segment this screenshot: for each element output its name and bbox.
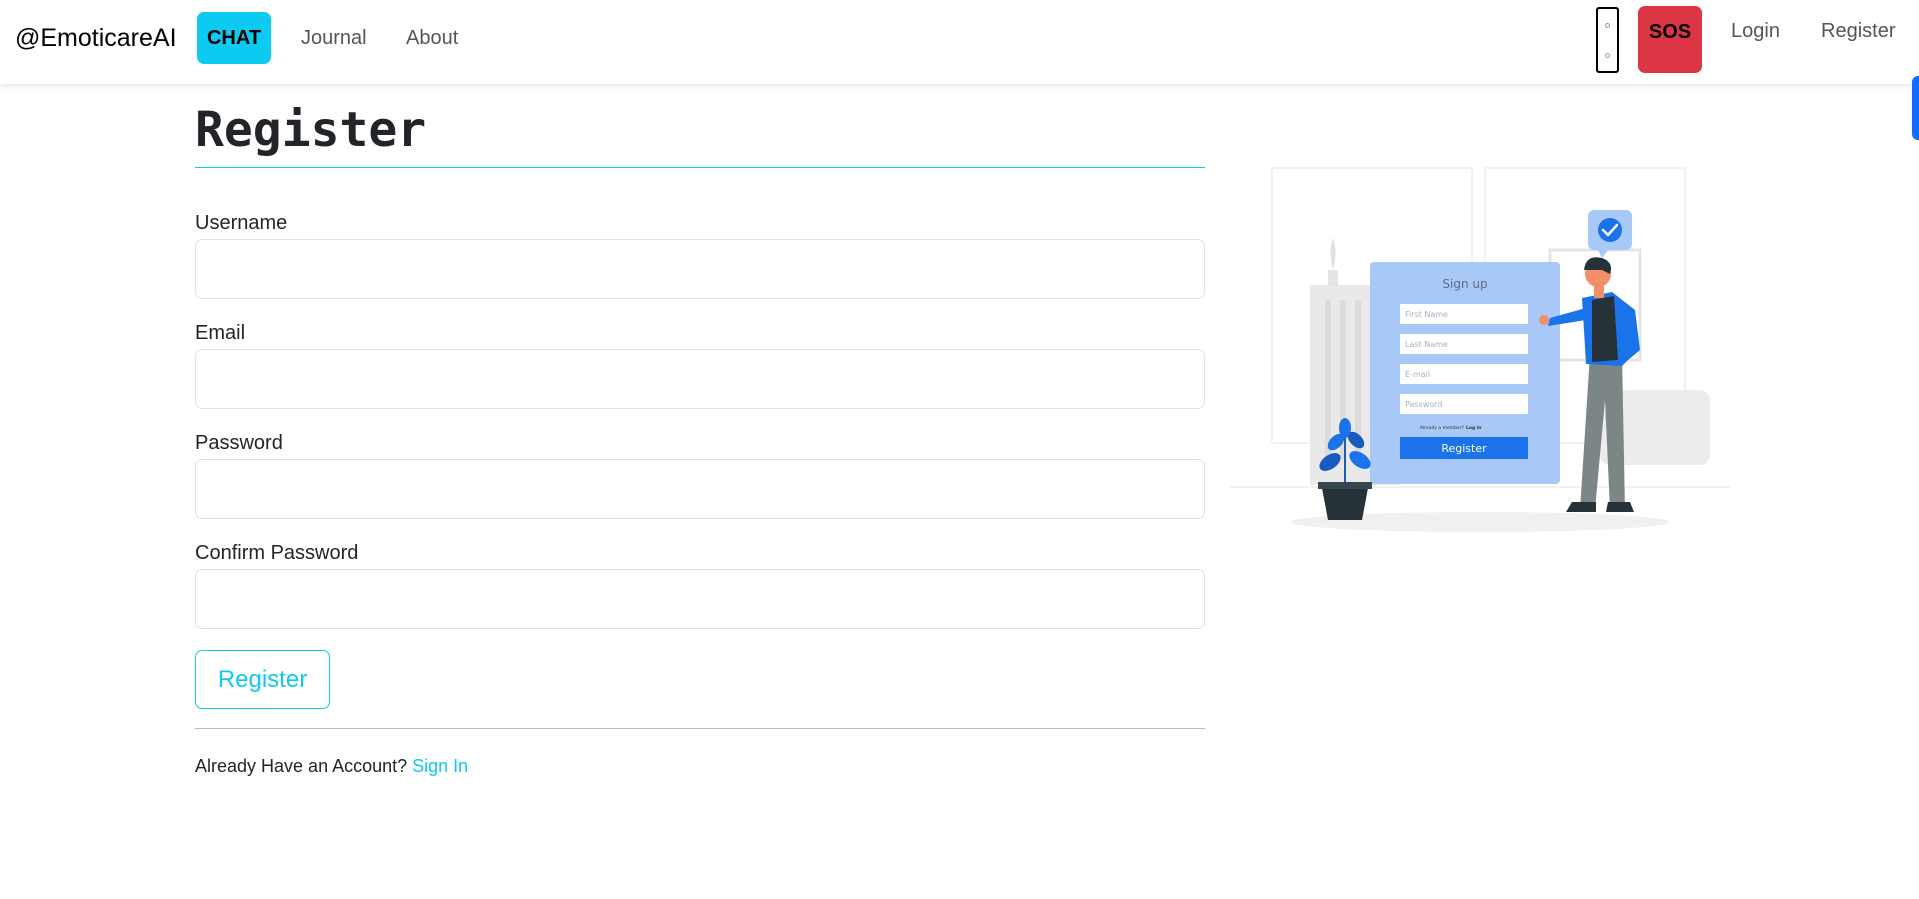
username-label: Username [195,212,288,234]
illustration-login-text: Log in [1466,425,1482,431]
email-input[interactable] [195,349,1205,409]
chat-button[interactable]: CHAT [197,12,271,64]
page-title: Register [195,102,427,158]
illustration-placeholder: E-mail [1405,370,1430,379]
password-input[interactable] [195,459,1205,519]
illustration-placeholder: Password [1405,400,1442,409]
email-label: Email [195,322,246,344]
signup-illustration: Sign up First Name Last Name E-mail Pass… [1230,167,1730,532]
brand-logo[interactable]: @EmoticareAI [15,24,177,53]
nav-about-link[interactable]: About [406,27,458,50]
side-feedback-tab[interactable] [1912,76,1919,140]
illustration-placeholder: First Name [1405,310,1448,319]
illustration-heading: Sign up [1442,277,1487,291]
account-prompt-text: Already Have an Account? [195,756,408,776]
nav-register-link[interactable]: Register [1821,20,1895,43]
register-submit-button[interactable]: Register [195,650,330,709]
confirm-password-input[interactable] [195,569,1205,629]
toggle-dot-icon [1605,23,1610,28]
illustration-member-text: Already a member? [1420,425,1465,431]
top-navbar: @EmoticareAI CHAT Journal About SOS Logi… [0,0,1919,84]
theme-toggle[interactable] [1596,7,1619,73]
check-icon [1598,218,1622,242]
title-divider [195,167,1205,168]
password-label: Password [195,432,283,454]
toggle-dot-icon [1605,53,1610,58]
username-input[interactable] [195,239,1205,299]
form-divider [195,728,1205,729]
confirm-password-label: Confirm Password [195,542,359,564]
nav-journal-link[interactable]: Journal [301,27,367,50]
illustration-placeholder: Last Name [1405,340,1448,349]
sign-in-link[interactable]: Sign In [412,756,468,776]
sos-button[interactable]: SOS [1638,6,1702,73]
nav-login-link[interactable]: Login [1731,20,1780,43]
illustration-button-label: Register [1441,442,1487,455]
plant-pot [1322,488,1368,520]
account-prompt: Already Have an Account? Sign In [195,756,468,777]
